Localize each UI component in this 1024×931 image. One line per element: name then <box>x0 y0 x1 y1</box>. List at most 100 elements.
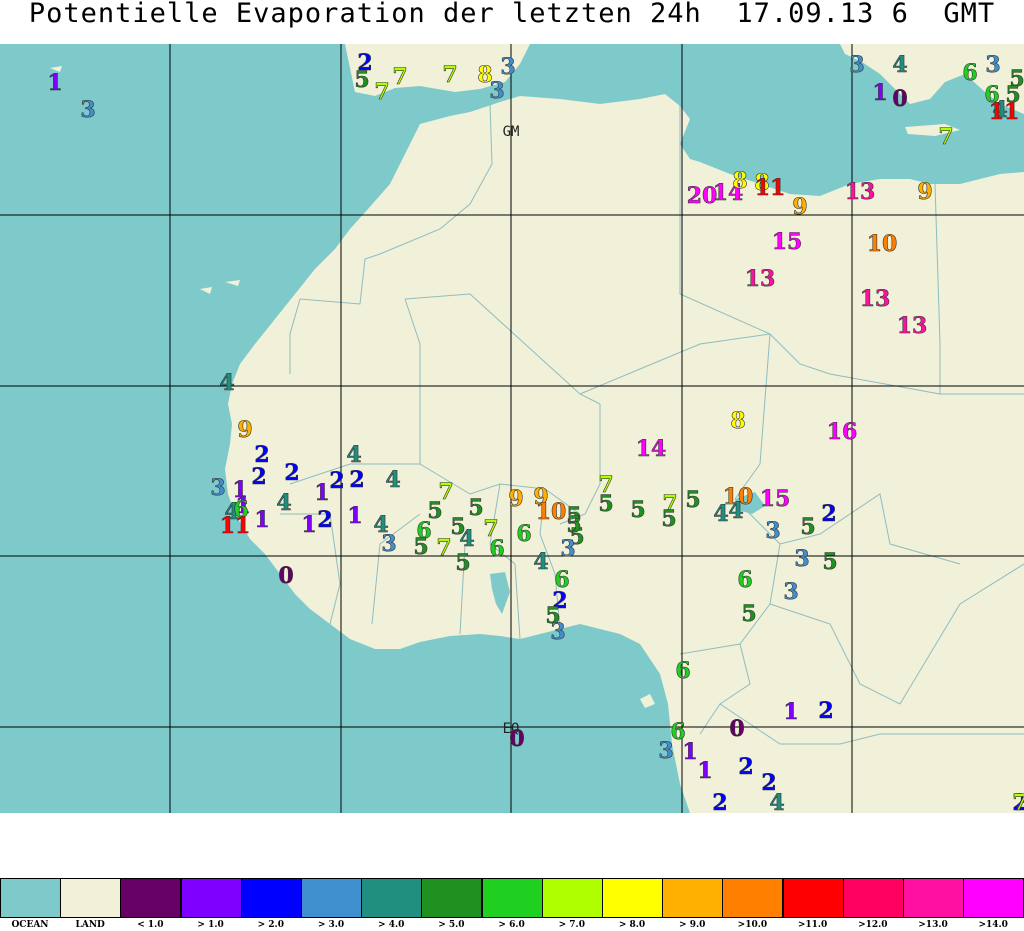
station-value: 3 <box>658 738 673 764</box>
station-value: 1 <box>47 70 62 96</box>
legend-label: LAND <box>75 920 105 930</box>
legend-label: >10.0 <box>737 920 768 930</box>
station-value: 15 <box>772 229 803 255</box>
station-value: 5 <box>455 550 470 576</box>
station-value: 3 <box>80 97 95 123</box>
station-value: 5 <box>630 497 645 523</box>
map-title: Potentielle Evaporation der letzten 24h … <box>28 0 996 29</box>
station-value: 11 <box>755 175 786 201</box>
station-value: 3 <box>489 78 504 104</box>
station-value: 13 <box>845 179 876 205</box>
station-value: 11 <box>220 513 251 539</box>
station-value: 5 <box>566 512 581 538</box>
station-value: 5 <box>661 506 676 532</box>
station-value: 3 <box>550 619 565 645</box>
station-value: 6 <box>675 658 690 684</box>
station-value: 3 <box>849 52 864 78</box>
legend-swatch <box>481 878 543 918</box>
station-value: 13 <box>860 286 891 312</box>
station-value: 4 <box>276 490 291 516</box>
station-value: 5 <box>741 601 756 627</box>
station-value: 8 <box>730 408 745 434</box>
legend-label: > 4.0 <box>378 920 405 930</box>
legend-label: > 8.0 <box>618 920 646 930</box>
legend-swatch <box>240 878 302 918</box>
station-value: 1 <box>682 739 697 765</box>
legend-label: >11.0 <box>797 920 828 930</box>
station-value: 5 <box>800 514 815 540</box>
legend-swatch <box>421 878 483 918</box>
station-value: 3 <box>381 531 396 557</box>
legend-swatch <box>602 878 663 918</box>
station-value: 5 <box>598 491 613 517</box>
station-value: 5 <box>822 549 837 575</box>
station-value: 2 <box>284 460 299 486</box>
legend-swatch <box>662 878 724 918</box>
legend-swatch <box>782 878 844 918</box>
legend-label: > 2.0 <box>257 920 284 930</box>
legend-swatch <box>180 878 242 918</box>
color-legend: OCEAN LAND < 1.0 > 1.0 > 2.0 > 3.0 > 4.0 > 5.0 >… <box>0 878 1024 931</box>
station-value: 2 <box>329 468 344 494</box>
station-value: 13 <box>745 266 776 292</box>
legend-swatch <box>301 878 362 918</box>
evaporation-map: GM EQ 1325 77 7 8 333 41 06 3564511720148 811913… <box>0 44 1024 813</box>
station-value: 9 <box>792 194 807 220</box>
station-value: 0 <box>729 716 744 742</box>
legend-swatch <box>0 878 61 918</box>
station-value: 1 <box>347 503 362 529</box>
legend-swatch <box>120 878 182 918</box>
station-value: 5 <box>354 67 369 93</box>
station-value: 9 <box>508 486 523 512</box>
station-value: 10 <box>867 231 898 257</box>
station-value: 7 <box>1012 790 1024 813</box>
station-value: 3 <box>210 475 225 501</box>
station-value: 7 <box>374 79 389 105</box>
station-value: 16 <box>827 419 858 445</box>
station-value: 7 <box>938 124 953 150</box>
station-value: 0 <box>892 86 907 112</box>
station-value: 9 <box>237 417 252 443</box>
label-greenwich: GM <box>503 124 520 140</box>
station-value: 11 <box>989 99 1020 125</box>
station-value: 7 <box>442 62 457 88</box>
legend-label: >14.0 <box>978 920 1008 930</box>
station-value: 4 <box>459 526 474 552</box>
legend-label: >13.0 <box>918 920 948 930</box>
station-value: 2 <box>821 501 836 527</box>
station-value: 4 <box>728 498 743 524</box>
station-value: 15 <box>760 486 791 512</box>
legend-swatch <box>541 878 603 918</box>
legend-swatch <box>963 878 1024 918</box>
station-value: 13 <box>897 313 928 339</box>
station-value: 3 <box>985 52 1000 78</box>
legend-swatch <box>361 878 423 918</box>
station-value: 4 <box>385 467 400 493</box>
legend-label: > 6.0 <box>498 920 525 930</box>
station-value: 4 <box>346 442 361 468</box>
legend-label: > 3.0 <box>317 920 345 930</box>
station-value: 14 <box>636 436 667 462</box>
legend-label: > 1.0 <box>197 920 224 930</box>
station-value: 2 <box>818 698 833 724</box>
legend-label: >12.0 <box>858 920 888 930</box>
station-value: 6 <box>737 567 752 593</box>
station-value: 0 <box>278 563 293 589</box>
station-value: 1 <box>301 512 316 538</box>
station-value: 3 <box>500 54 515 80</box>
legend-swatch <box>722 878 784 918</box>
legend-label: > 5.0 <box>438 920 465 930</box>
legend-label: OCEAN <box>11 920 49 930</box>
station-value: 0 <box>509 726 524 752</box>
station-value: 4 <box>219 370 234 396</box>
station-value: 2 <box>712 790 727 813</box>
legend-swatch <box>903 878 964 918</box>
legend-swatch <box>842 878 904 918</box>
station-value: 4 <box>769 790 784 813</box>
station-value: 6 <box>516 521 531 547</box>
station-value: 2 <box>349 467 364 493</box>
station-value: 8 <box>732 168 747 194</box>
station-value: 4 <box>892 52 907 78</box>
station-value: 2 <box>738 754 753 780</box>
station-value: 5 <box>468 495 483 521</box>
